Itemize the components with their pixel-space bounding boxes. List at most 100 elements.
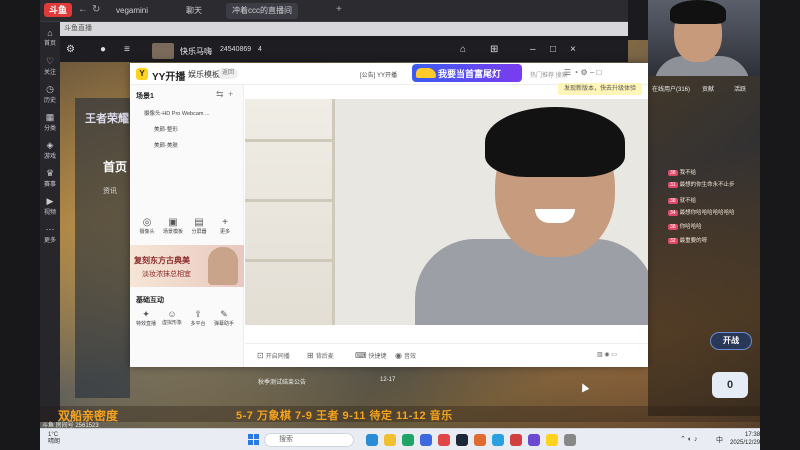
app-icon[interactable] (528, 434, 540, 446)
streamer-name[interactable]: 快乐马嗨 (180, 46, 212, 57)
chat-message: 38 我不给 (668, 170, 697, 176)
tab-stream[interactable]: 冲着ccc的直播间 (226, 3, 298, 19)
scene-panel: 场景1 ⇆ + 摄像头-HD Pro Webcam ... 美颜-整形 美颜-美… (130, 85, 244, 367)
back-icon[interactable]: ← (78, 4, 88, 15)
clock[interactable]: 17:38 2025/12/29 (730, 431, 760, 447)
app-icon[interactable] (492, 434, 504, 446)
online-users-tab[interactable]: 在线用户(316) (652, 84, 690, 93)
play-icon: ◉ (395, 351, 402, 360)
sidebar-item-more[interactable]: ⋯ 更多 (40, 224, 60, 244)
add-scene-icon[interactable]: + (228, 89, 233, 99)
contribution-tab[interactable]: 贡献 (702, 84, 714, 93)
yy-hot[interactable]: 热门推荐 搜索 (530, 70, 568, 79)
minimize-icon[interactable]: – (530, 44, 536, 55)
footer-hotkey[interactable]: ⌨ 快捷键 (355, 351, 387, 360)
gear-icon[interactable]: ⚙ (66, 44, 75, 55)
sidebar-item-game[interactable]: ◈ 游戏 (40, 140, 60, 160)
app-icon[interactable] (474, 434, 486, 446)
sidebar-item-follow[interactable]: ♡ 关注 (40, 56, 60, 76)
yy-notice[interactable]: [公告] YY开播 (360, 70, 397, 79)
active-tab[interactable]: 活跃 (734, 84, 746, 93)
shelf (245, 99, 335, 325)
source-item[interactable]: 美颜-整形 (154, 125, 178, 133)
yy-footer: ⊡ 开启同播 ⊞ 背后麦 ⌨ 快捷键 ◉ 音效 ▥ ◉ ▭ (245, 343, 648, 367)
yy-mode[interactable]: 娱乐模板 (188, 69, 220, 80)
home-nav-icon[interactable]: ⌂ (460, 44, 466, 55)
tool-layout[interactable]: ▣ 场景模板 (162, 217, 184, 235)
source-item[interactable]: 美颜-美肤 (154, 141, 178, 149)
yy-app-icon[interactable] (546, 434, 558, 446)
sidebar-item-history[interactable]: ◷ 历史 (40, 84, 60, 104)
yy-window: Y YY开播 娱乐模板 返回 [公告] YY开播 我要当首富尾灯 热门推荐 搜索… (130, 63, 648, 367)
live-room-bar: ⚙ ● ≡ 快乐马嗨 24540869 4 ⌂ ⊞ – □ × (60, 40, 628, 62)
close-icon[interactable]: × (570, 44, 576, 55)
weather-widget[interactable]: 1°C 晴朗 (48, 432, 60, 446)
app-icon[interactable] (564, 434, 576, 446)
ad-line2: 淡妆浓抹总相宜 (142, 271, 191, 278)
announcement-date: 12-17 (380, 377, 396, 383)
search-input[interactable]: 搜索 (264, 433, 354, 447)
sidebar-item-match[interactable]: ♛ 赛事 (40, 168, 60, 188)
tool-camera[interactable]: ◎ 摄像头 (136, 217, 158, 235)
douyu-app-icon[interactable] (510, 434, 522, 446)
interact-effects[interactable]: ✦ 特效直播 (134, 309, 158, 327)
chat-message: 34 最想你哈哈哈哈哈哈哈 (668, 210, 735, 216)
chat-panel: 在线用户(316) 贡献 活跃 38 我不给 31 最想的你生命永不止步 38 就不给… (648, 76, 760, 416)
update-tip[interactable]: 发现新版本，快去升级体验 (558, 83, 642, 95)
yy-toolbar-icons[interactable]: ☰ ◔ ⚙ – □ (564, 68, 601, 77)
footer-mic[interactable]: ⊞ 背后麦 (307, 351, 334, 360)
window-icon: ▤ (194, 217, 204, 228)
steam-icon[interactable] (456, 434, 468, 446)
interact-platform[interactable]: ⇪ 多平台 (186, 309, 210, 327)
windows-start-icon[interactable] (248, 434, 259, 445)
refresh-icon[interactable]: ↻ (92, 4, 100, 15)
footer-icons[interactable]: ▥ ◉ ▭ (597, 351, 617, 358)
gift-count[interactable]: 0 (712, 372, 748, 398)
nav-news[interactable]: 资讯 (103, 186, 117, 196)
interact-assist[interactable]: ✎ 弹幕助手 (212, 309, 236, 327)
folder-icon[interactable] (384, 434, 396, 446)
tool-window[interactable]: ▤ 分屏器 (188, 217, 210, 235)
app-icon[interactable] (420, 434, 432, 446)
collapse-icon[interactable]: ⇆ (216, 89, 224, 100)
footer-sync[interactable]: ⊡ 开启同播 (257, 351, 290, 360)
footer-sound[interactable]: ◉ 音效 (395, 351, 416, 360)
gift-icon: ✦ (142, 309, 150, 319)
person-hair (485, 107, 625, 177)
yy-switch-button[interactable]: 返回 (218, 68, 239, 79)
new-tab-icon[interactable]: + (336, 4, 342, 15)
tab-vegamini[interactable]: vegamini (110, 3, 154, 19)
app-icon[interactable] (402, 434, 414, 446)
announcement[interactable]: 秋季测试结束公告 (258, 377, 306, 386)
maximize-icon[interactable]: □ (550, 44, 556, 55)
app-icon[interactable] (438, 434, 450, 446)
interact-avatar[interactable]: ☺ 虚拟形象 (160, 309, 184, 326)
streamer-avatar[interactable] (152, 43, 174, 59)
menu-icon[interactable]: ≡ (124, 44, 130, 55)
app-icon[interactable] (366, 434, 378, 446)
sidebar: ⌂ 首页 ♡ 关注 ◷ 历史 ▦ 分类 ◈ 游戏 ♛ 赛事 ▶ 视频 ⋯ 更多 (40, 22, 60, 422)
car-icon (416, 68, 436, 78)
ad-banner[interactable]: 复刻东方古典美 淡妆浓抹总相宜 (130, 245, 244, 287)
tray-icons[interactable]: ⌃ ◐ ♪ (680, 435, 697, 443)
room-number: 24540869 (220, 46, 252, 53)
user-icon[interactable]: ● (100, 44, 106, 55)
controller-icon[interactable]: ⊞ (490, 44, 498, 55)
taskbar: 1°C晴朗 ⌕ 搜索 ⌃ ◐ ♪ 中 17:382025/12/29 (40, 428, 760, 450)
schedule-times: 5-7 万象棋 7-9 王者 9-11 待定 11-12 音乐 (236, 410, 453, 422)
tool-more[interactable]: + 更多 (214, 217, 236, 235)
client-titlebar: 斗鱼直播 (60, 22, 628, 36)
scene-title[interactable]: 场景1 (136, 91, 154, 101)
browser-tabbar: 斗鱼 ← ↻ vegamini 聊天 冲着ccc的直播间 + (40, 0, 628, 22)
sidebar-item-home[interactable]: ⌂ 首页 (40, 28, 60, 47)
sidebar-item-video[interactable]: ▶ 视频 (40, 196, 60, 216)
ime-indicator[interactable]: 中 (716, 435, 723, 445)
camera-preview[interactable] (245, 99, 648, 325)
nav-home[interactable]: 首页 (103, 158, 127, 175)
promo-banner[interactable]: 我要当首富尾灯 (412, 64, 522, 82)
start-battle-button[interactable]: 开战 (710, 332, 752, 350)
share-icon: ⇪ (194, 309, 202, 319)
source-item[interactable]: 摄像头-HD Pro Webcam ... (144, 109, 210, 117)
sidebar-item-category[interactable]: ▦ 分类 (40, 112, 60, 132)
tab-chat[interactable]: 聊天 (180, 3, 208, 19)
